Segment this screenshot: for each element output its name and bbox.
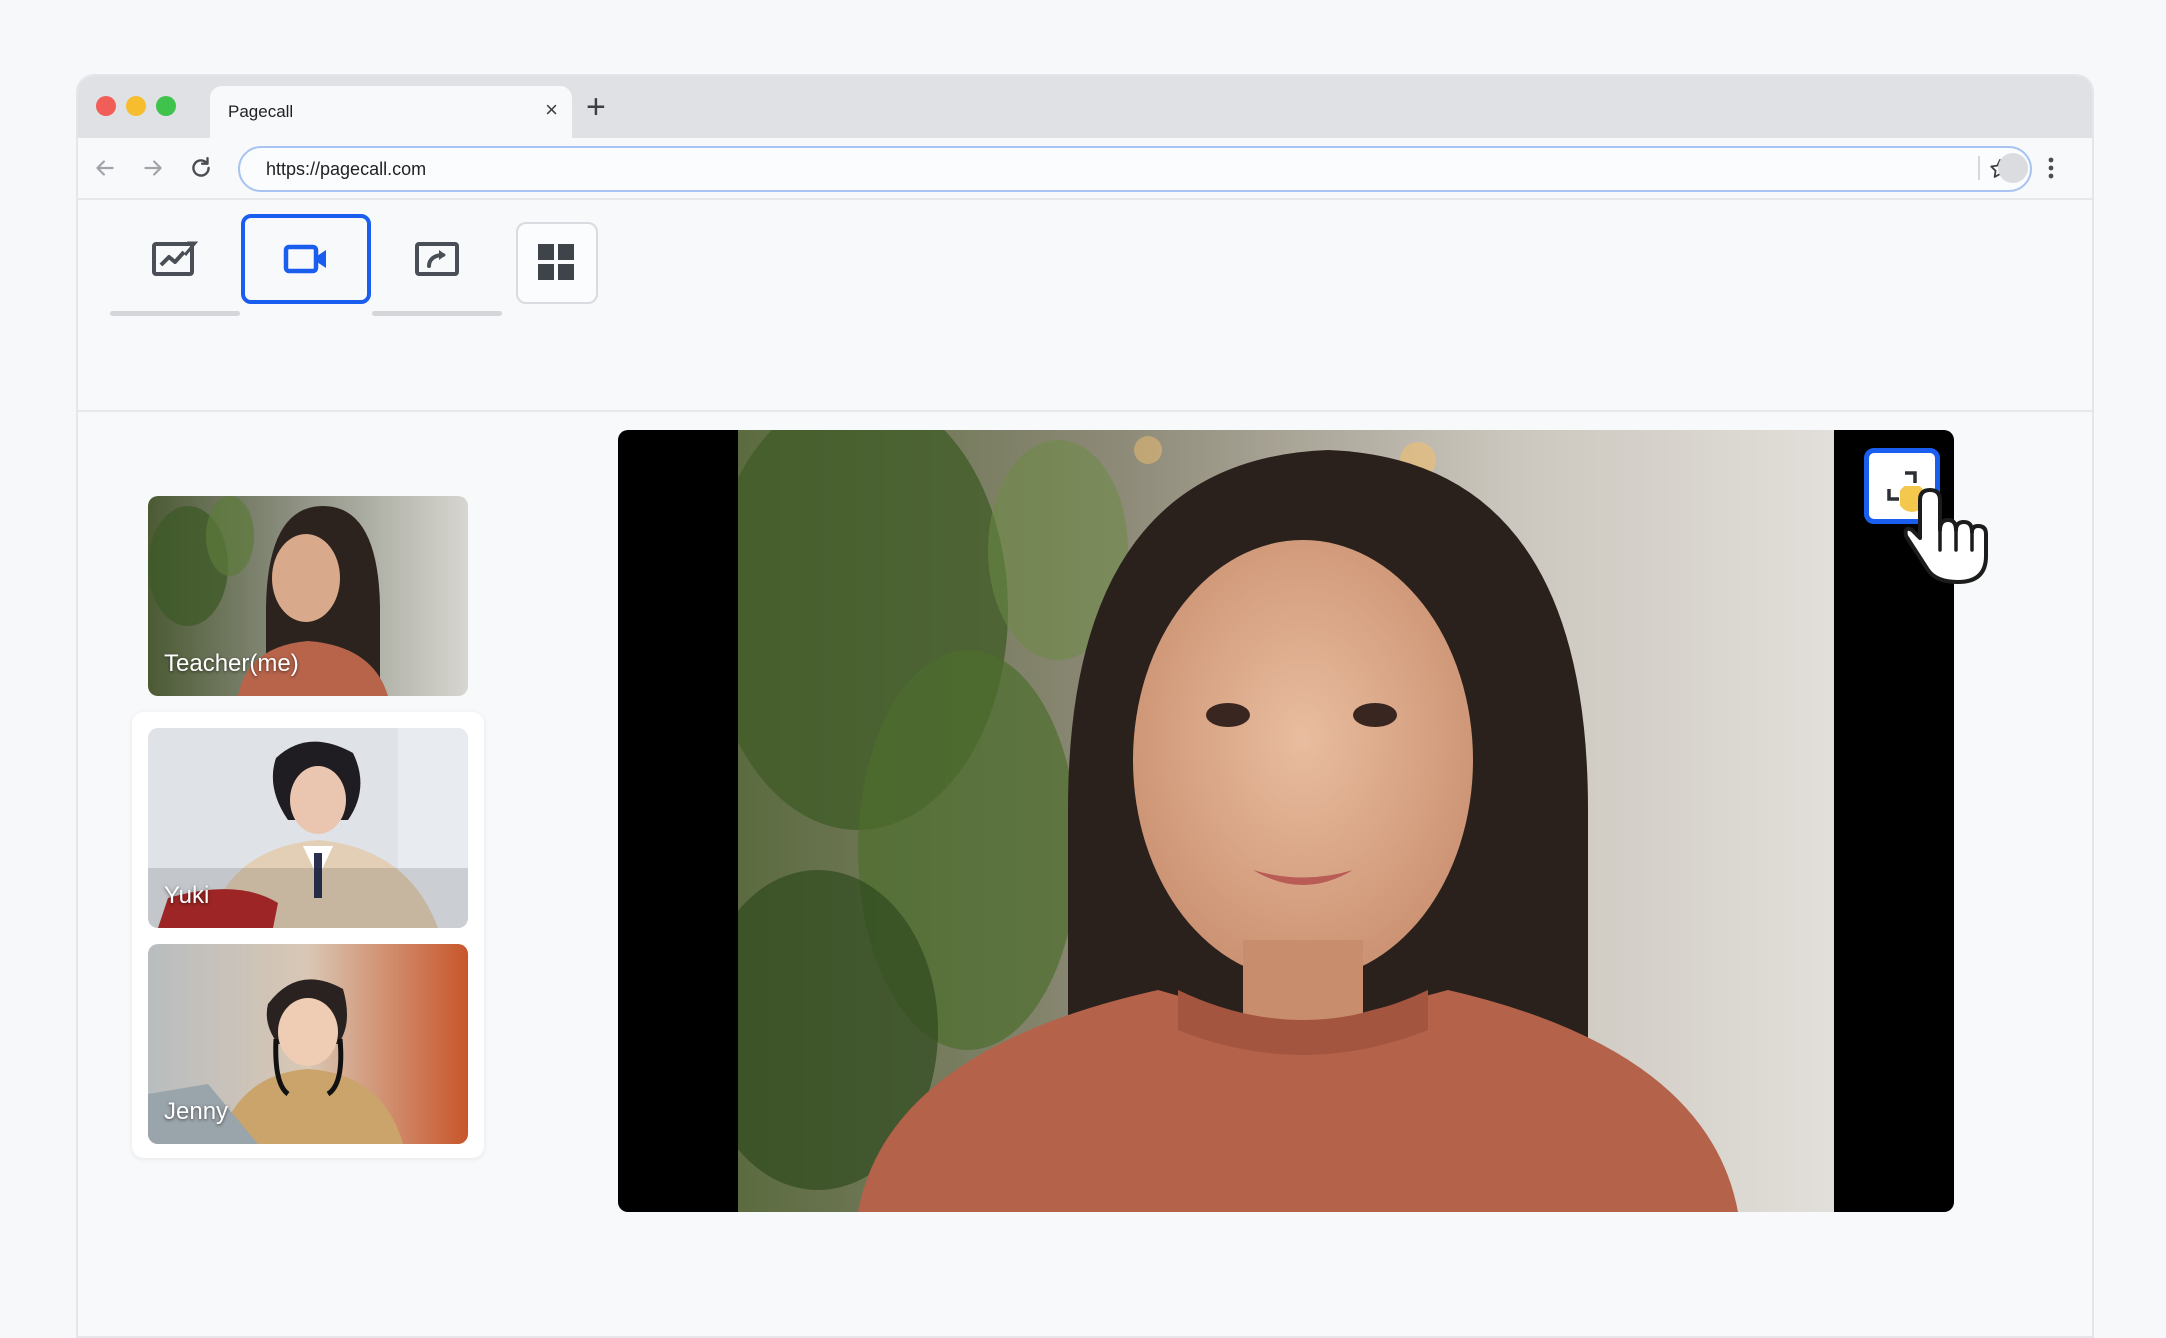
browser-tab[interactable]: Pagecall × [210,86,572,138]
main-speaker-video [738,430,1834,1212]
forward-arrow-icon[interactable] [140,155,166,181]
grid-layout-icon [538,244,574,280]
whiteboard-mode-button[interactable] [110,214,240,316]
participant-tile-teacher[interactable]: Teacher(me) [148,496,468,696]
tab-close-icon[interactable]: × [545,96,558,124]
close-window-button[interactable] [96,96,116,116]
layout-grid-button[interactable] [516,222,598,304]
speaker-video-frame [738,430,1834,1212]
new-tab-button[interactable]: + [586,90,606,124]
screen-share-mode-button[interactable] [372,214,502,316]
title-bar: Pagecall × + [78,76,2092,138]
participant-name: Teacher(me) [164,650,299,677]
reload-icon[interactable] [188,155,214,181]
screen-share-icon [415,242,459,276]
address-bar[interactable]: https://pagecall.com [238,146,2032,192]
main-video-stage[interactable] [618,430,1954,1212]
participant-name: Jenny [164,1098,229,1125]
toolbar-divider [1978,156,1980,180]
tab-title: Pagecall [228,102,294,121]
participant-tile-jenny[interactable]: Jenny [148,944,468,1144]
participant-tile-yuki[interactable]: Yuki [148,728,468,928]
more-menu-icon[interactable] [2044,154,2058,182]
back-arrow-icon[interactable] [92,155,118,181]
video-mode-button[interactable] [241,214,371,304]
video-camera-icon [283,244,326,274]
zoom-window-button[interactable] [156,96,176,116]
browser-toolbar: https://pagecall.com [78,138,2092,200]
profile-avatar[interactable] [1998,153,2028,183]
browser-window: Pagecall × + https://pagecall.com Teache… [76,74,2094,1338]
whiteboard-chart-icon [152,241,199,276]
participant-name: Yuki [164,882,210,909]
minimize-window-button[interactable] [126,96,146,116]
url-text: https://pagecall.com [266,159,427,179]
hand-pointer-icon [1900,486,1988,584]
